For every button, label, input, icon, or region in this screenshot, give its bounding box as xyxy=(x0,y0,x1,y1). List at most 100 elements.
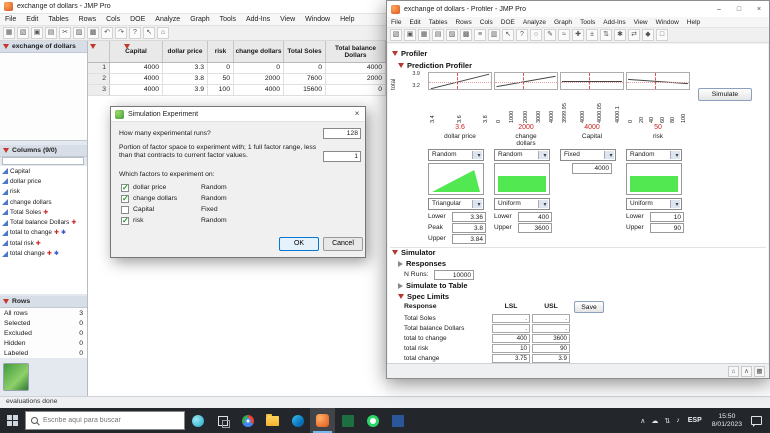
disclosure-icon[interactable] xyxy=(392,51,398,56)
search-input[interactable] xyxy=(43,417,179,424)
ok-button[interactable]: OK xyxy=(279,237,319,251)
window-icon[interactable]: □ xyxy=(656,29,668,41)
row-number[interactable]: 3 xyxy=(88,85,110,96)
usl-field[interactable]: 3.9 xyxy=(532,354,570,363)
disclosure-icon[interactable] xyxy=(398,63,404,68)
menu-item[interactable]: DOE xyxy=(125,14,150,25)
taskbar-search[interactable] xyxy=(25,411,185,430)
column-header[interactable]: Total Soles xyxy=(284,41,326,62)
menu-item[interactable]: Analyze xyxy=(519,17,550,27)
columns-menu-icon[interactable] xyxy=(90,44,96,49)
factor-row[interactable]: dollar price Random xyxy=(121,182,357,193)
factor-current-value[interactable]: 2000 xyxy=(494,124,558,131)
excel-icon[interactable] xyxy=(335,408,360,433)
param-field[interactable]: 400 xyxy=(518,212,552,222)
cell[interactable]: 50 xyxy=(208,74,234,85)
open-icon[interactable]: ▧ xyxy=(17,27,29,39)
open-icon[interactable]: ▧ xyxy=(390,29,402,41)
new-table-icon[interactable]: ▦ xyxy=(418,29,430,41)
distribution-shape-dollar-price[interactable] xyxy=(428,163,484,195)
menu-item[interactable]: Graph xyxy=(550,17,576,27)
cloud-icon[interactable]: ☁ xyxy=(648,417,661,425)
home-window-icon[interactable]: ⌂ xyxy=(157,27,169,39)
disclosure-icon[interactable] xyxy=(392,250,398,255)
undo-icon[interactable]: ↶ xyxy=(101,27,113,39)
annotate-icon[interactable]: ✱ xyxy=(614,29,626,41)
dialog-titlebar[interactable]: Simulation Experiment × xyxy=(111,107,365,122)
runs-count-field[interactable]: 128 xyxy=(323,128,361,139)
help-icon[interactable]: ? xyxy=(129,27,141,39)
profile-plot-risk[interactable] xyxy=(626,72,690,90)
column-item[interactable]: risk xyxy=(0,186,87,197)
spec-limits-outline[interactable]: Spec Limits xyxy=(398,292,449,301)
magnifier-icon[interactable]: ± xyxy=(586,29,598,41)
distribution-shape-risk[interactable] xyxy=(626,163,682,195)
save-icon[interactable]: ▣ xyxy=(31,27,43,39)
lsl-field[interactable]: 3.75 xyxy=(492,354,530,363)
rows-panel-header[interactable]: Rows xyxy=(0,296,87,308)
cell[interactable]: 4000 xyxy=(326,63,386,74)
task-view-icon[interactable] xyxy=(210,408,235,433)
cortana-icon[interactable] xyxy=(185,408,210,433)
menu-item[interactable]: Help xyxy=(335,14,359,25)
volume-icon[interactable]: ♪ xyxy=(673,417,683,425)
print-icon[interactable]: ▤ xyxy=(432,29,444,41)
usl-field[interactable]: . xyxy=(532,314,570,323)
copy-icon[interactable]: ▨ xyxy=(73,27,85,39)
cell[interactable]: 0 xyxy=(326,85,386,96)
lsl-field[interactable]: . xyxy=(492,314,530,323)
cancel-button[interactable]: Cancel xyxy=(323,237,363,251)
cell[interactable]: 15600 xyxy=(284,85,326,96)
menu-item[interactable]: Tables xyxy=(425,17,452,27)
notification-center-icon[interactable] xyxy=(751,416,762,427)
menu-item[interactable]: DOE xyxy=(497,17,519,27)
menu-item[interactable]: View xyxy=(630,17,652,27)
chevron-up-icon[interactable]: ∧ xyxy=(741,365,752,377)
file-explorer-icon[interactable] xyxy=(260,408,285,433)
rows-menu-icon[interactable] xyxy=(124,44,130,49)
param-field[interactable]: 90 xyxy=(650,223,684,233)
menu-item[interactable]: File xyxy=(0,14,21,25)
red-triangle-menu-icon[interactable] xyxy=(3,299,9,304)
factor-current-value[interactable]: 50 xyxy=(626,124,690,131)
columns-filter-input[interactable] xyxy=(2,157,84,165)
scroll-hand-icon[interactable]: ⇅ xyxy=(600,29,612,41)
disclosure-icon[interactable] xyxy=(398,294,404,299)
cell[interactable]: 7600 xyxy=(284,74,326,85)
usl-field[interactable]: 90 xyxy=(532,344,570,353)
column-item[interactable]: Capital xyxy=(0,166,87,177)
menu-item[interactable]: Analyze xyxy=(150,14,185,25)
profiler-titlebar[interactable]: exchange of dollars - Profiler - JMP Pro… xyxy=(387,1,769,17)
column-item[interactable]: total change ✚ ✱ xyxy=(0,248,87,259)
table-row[interactable]: 2 4000 3.8 50 2000 7600 2000 xyxy=(88,74,386,85)
menu-item[interactable]: Cols xyxy=(476,17,497,27)
table-row[interactable]: 3 4000 3.9 100 4000 15600 0 xyxy=(88,85,386,96)
lsl-field[interactable]: 400 xyxy=(492,334,530,343)
cell[interactable]: 100 xyxy=(208,85,234,96)
menu-item[interactable]: Tools xyxy=(215,14,241,25)
menu-item[interactable]: Edit xyxy=(405,17,424,27)
cell[interactable]: 2000 xyxy=(326,74,386,85)
column-header[interactable]: risk xyxy=(208,41,234,62)
menu-item[interactable]: Tools xyxy=(576,17,599,27)
menu-item[interactable]: Window xyxy=(652,17,683,27)
rows-stat[interactable]: Hidden 0 xyxy=(0,338,87,348)
save-icon[interactable]: ▣ xyxy=(404,29,416,41)
menu-item[interactable]: Edit xyxy=(21,14,43,25)
cell[interactable]: 4000 xyxy=(110,85,163,96)
word-icon[interactable] xyxy=(385,408,410,433)
cell[interactable]: 2000 xyxy=(234,74,284,85)
cell[interactable]: 4000 xyxy=(110,74,163,85)
cell[interactable]: 3.8 xyxy=(163,74,208,85)
disclosure-icon[interactable] xyxy=(398,282,403,289)
cell[interactable]: 3.3 xyxy=(163,63,208,74)
menu-item[interactable]: Rows xyxy=(74,14,102,25)
table-row[interactable]: 1 4000 3.3 0 0 0 4000 xyxy=(88,63,386,74)
layout-icon[interactable]: ▥ xyxy=(488,29,500,41)
zoom-icon[interactable]: ○ xyxy=(530,29,542,41)
layout-grid-icon[interactable]: ▦ xyxy=(754,365,765,377)
column-header[interactable]: Capital xyxy=(110,41,163,62)
profile-plot-change-dollars[interactable] xyxy=(494,72,558,90)
profile-plot-dollar-price[interactable] xyxy=(428,72,492,90)
menu-item[interactable]: Window xyxy=(300,14,335,25)
